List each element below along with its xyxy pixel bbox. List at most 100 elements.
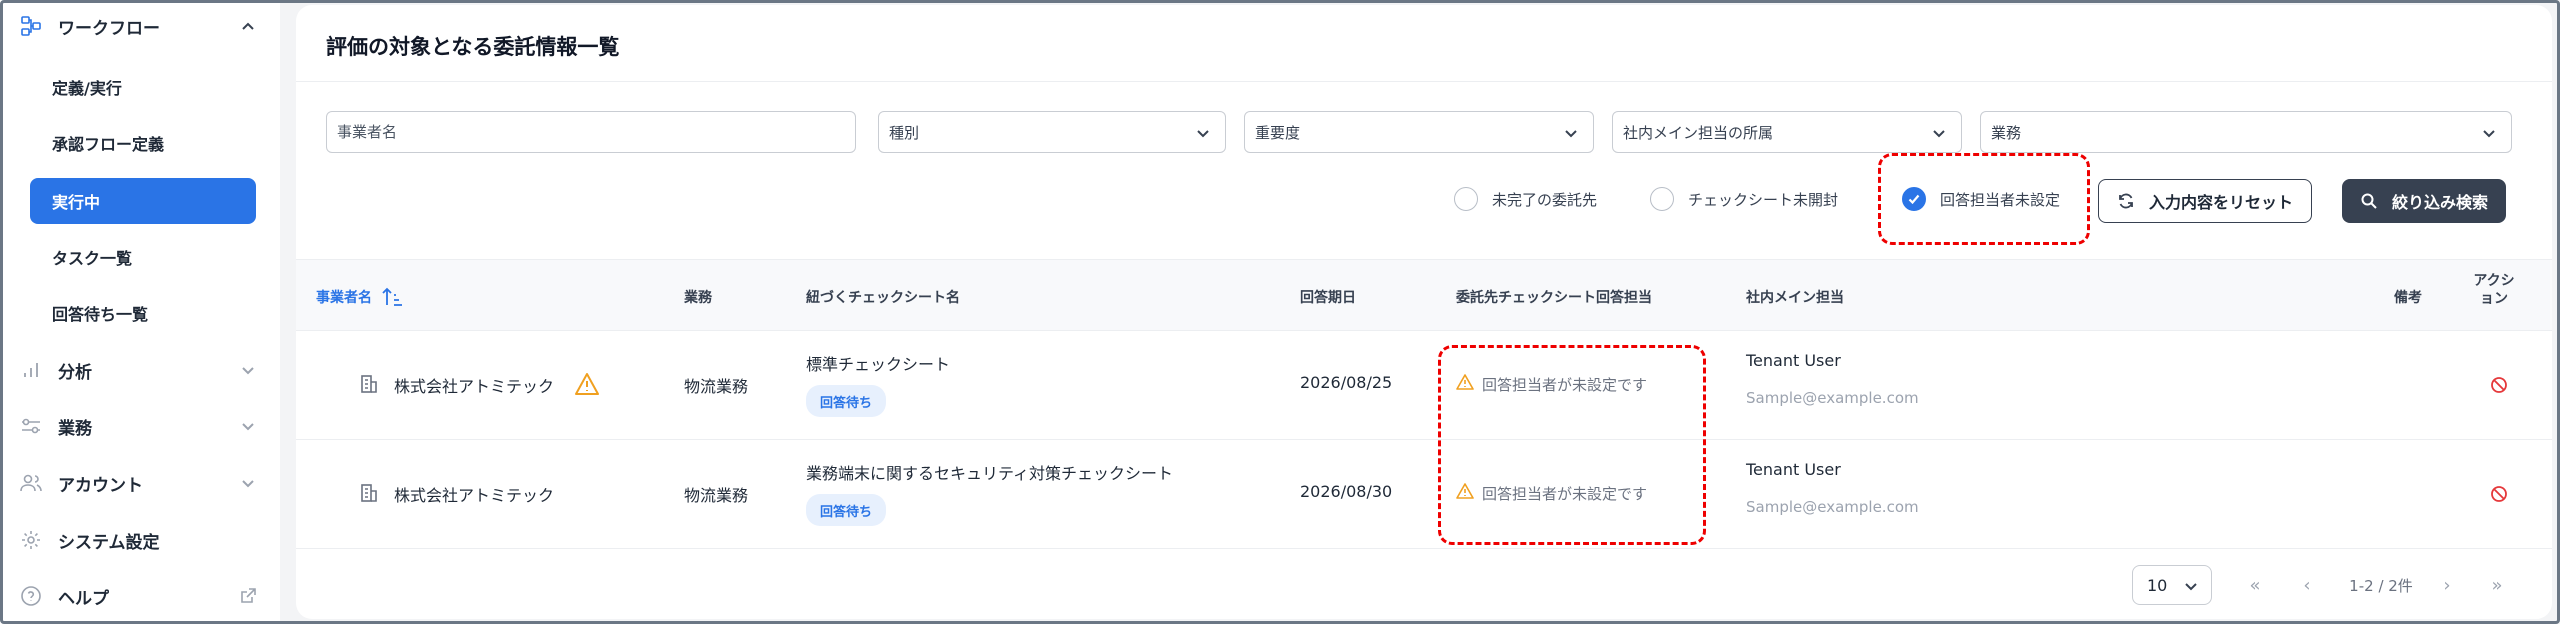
filter-incomplete-label: 未完了の委託先 bbox=[1492, 190, 1598, 209]
sheet-name[interactable]: 標準チェックシート bbox=[806, 351, 950, 375]
nav-help[interactable]: ヘルプ bbox=[18, 576, 264, 616]
col-due: 回答期日 bbox=[1300, 290, 1356, 306]
sidebar-item-approval-flow[interactable]: 承認フロー定義 bbox=[30, 120, 256, 166]
building-icon bbox=[361, 484, 377, 502]
owner-email: Sample@example.com bbox=[1746, 498, 1919, 516]
chevron-down-icon bbox=[1933, 130, 1945, 138]
filter-no-responder[interactable]: 回答担当者未設定 bbox=[1902, 181, 2060, 217]
prohibit-icon[interactable] bbox=[2490, 485, 2508, 503]
importance-select-label: 重要度 bbox=[1255, 123, 1301, 142]
reset-button-label: 入力内容をリセット bbox=[2149, 193, 2294, 212]
first-page-icon[interactable]: « bbox=[2244, 575, 2266, 597]
sidebar-item-tasks[interactable]: タスク一覧 bbox=[30, 234, 256, 280]
filter-no-responder-label: 回答担当者未設定 bbox=[1940, 190, 2061, 209]
title-divider bbox=[296, 81, 2552, 82]
last-page-icon[interactable]: » bbox=[2486, 575, 2508, 597]
prohibit-icon[interactable] bbox=[2490, 376, 2508, 394]
warning-icon bbox=[575, 373, 599, 395]
col-action: アクション bbox=[2473, 273, 2515, 307]
nav-analysis[interactable]: 分析 bbox=[18, 350, 264, 390]
col-note: 備考 bbox=[2394, 290, 2422, 306]
sidebar-item-label: 実行中 bbox=[52, 193, 101, 212]
dept-select[interactable]: 社内メイン担当の所属 bbox=[1612, 111, 1962, 153]
nav-system-settings-label: システム設定 bbox=[58, 532, 160, 553]
chevron-down-icon bbox=[242, 423, 254, 431]
owner-email: Sample@example.com bbox=[1746, 389, 1919, 407]
warning-icon bbox=[1456, 483, 1474, 499]
due-date: 2026/08/30 bbox=[1300, 482, 1393, 501]
filter-unopened-label: チェックシート未開封 bbox=[1688, 190, 1839, 209]
sort-asc-icon[interactable] bbox=[382, 287, 404, 307]
nav-workflow[interactable]: ワークフロー bbox=[18, 6, 264, 46]
col-business[interactable]: 事業者名 bbox=[316, 287, 404, 307]
search-button[interactable]: 絞り込み検索 bbox=[2342, 179, 2507, 223]
table-row: 株式会社アトミテック 物流業務 標準チェックシート 回答待ち 2026/08/2… bbox=[296, 331, 2552, 440]
radio-unchecked[interactable] bbox=[1650, 187, 1674, 211]
sidebar-item-label: 回答待ち一覧 bbox=[52, 305, 149, 324]
nav-workflow-label: ワークフロー bbox=[58, 18, 160, 39]
per-page-select[interactable]: 10 bbox=[2132, 565, 2212, 605]
status-badge: 回答待ち bbox=[806, 494, 887, 526]
filter-incomplete[interactable]: 未完了の委託先 bbox=[1454, 181, 1597, 217]
sidebar-item-label: 承認フロー定義 bbox=[52, 135, 165, 154]
table-row: 株式会社アトミテック 物流業務 業務端末に関するセキュリティ対策チェックシート … bbox=[296, 440, 2552, 549]
company-name[interactable]: 株式会社アトミテック bbox=[394, 482, 554, 506]
sidebar-item-awaiting[interactable]: 回答待ち一覧 bbox=[30, 290, 256, 336]
refresh-icon bbox=[2119, 193, 2133, 209]
workflow-icon bbox=[18, 13, 44, 39]
col-business-label: 事業者名 bbox=[316, 290, 372, 306]
work-select[interactable]: 業務 bbox=[1980, 111, 2512, 153]
sidebar-item-running[interactable]: 実行中 bbox=[30, 178, 256, 224]
next-page-icon[interactable]: › bbox=[2436, 575, 2458, 597]
col-responder: 委託先チェックシート回答担当 bbox=[1456, 290, 1652, 306]
sidebar: ワークフロー 定義/実行 承認フロー定義 実行中 タスク一覧 回答待ち一覧 分析… bbox=[0, 0, 280, 624]
sliders-icon bbox=[18, 413, 44, 439]
external-link-icon bbox=[241, 588, 256, 603]
sidebar-item-label: タスク一覧 bbox=[52, 249, 133, 268]
chevron-down-icon bbox=[1565, 130, 1577, 138]
chevron-down-icon bbox=[2185, 583, 2197, 591]
business-name-input-wrapper bbox=[326, 111, 856, 153]
main-card: 評価の対象となる委託情報一覧 種別 重要度 社内メイン担当の所属 業務 未完了の… bbox=[296, 5, 2552, 619]
work-select-label: 業務 bbox=[1991, 123, 2022, 142]
chevron-up-icon bbox=[242, 22, 254, 30]
check-icon[interactable] bbox=[1902, 187, 1926, 211]
table-header: 事業者名 業務 紐づくチェックシート名 回答期日 委託先チェックシート回答担当 … bbox=[296, 259, 2552, 331]
chevron-down-icon bbox=[1197, 130, 1209, 138]
help-circle-icon bbox=[18, 583, 44, 609]
type-select-label: 種別 bbox=[889, 123, 920, 142]
business-name-input[interactable] bbox=[337, 123, 855, 141]
work-cell: 物流業務 bbox=[684, 377, 749, 396]
col-sheet: 紐づくチェックシート名 bbox=[806, 290, 960, 306]
sidebar-item-definition[interactable]: 定義/実行 bbox=[30, 64, 256, 110]
sidebar-item-label: 定義/実行 bbox=[52, 79, 122, 98]
col-owner: 社内メイン担当 bbox=[1746, 290, 1844, 306]
nav-system-settings[interactable]: システム設定 bbox=[18, 520, 264, 560]
owner-name: Tenant User bbox=[1746, 351, 1841, 370]
users-icon bbox=[18, 470, 44, 496]
type-select[interactable]: 種別 bbox=[878, 111, 1226, 153]
responder-status: 回答担当者が未設定です bbox=[1482, 376, 1648, 394]
search-button-label: 絞り込み検索 bbox=[2392, 193, 2489, 212]
nav-business[interactable]: 業務 bbox=[18, 406, 264, 446]
building-icon bbox=[361, 375, 377, 393]
page-range: 1-2 / 2件 bbox=[2349, 577, 2413, 595]
page-title: 評価の対象となる委託情報一覧 bbox=[326, 35, 620, 59]
chevron-down-icon bbox=[2483, 130, 2495, 138]
nav-help-label: ヘルプ bbox=[58, 588, 109, 609]
warning-icon bbox=[1456, 374, 1474, 390]
sheet-name[interactable]: 業務端末に関するセキュリティ対策チェックシート bbox=[806, 460, 1173, 484]
per-page-value: 10 bbox=[2147, 575, 2168, 595]
company-name[interactable]: 株式会社アトミテック bbox=[394, 373, 554, 397]
work-cell: 物流業務 bbox=[684, 486, 749, 505]
chevron-down-icon bbox=[242, 480, 254, 488]
reset-button[interactable]: 入力内容をリセット bbox=[2098, 179, 2313, 223]
search-icon bbox=[2361, 193, 2377, 209]
importance-select[interactable]: 重要度 bbox=[1244, 111, 1594, 153]
prev-page-icon[interactable]: ‹ bbox=[2296, 575, 2318, 597]
radio-unchecked[interactable] bbox=[1454, 187, 1478, 211]
nav-account[interactable]: アカウント bbox=[18, 463, 264, 503]
filter-unopened[interactable]: チェックシート未開封 bbox=[1650, 181, 1838, 217]
dept-select-label: 社内メイン担当の所属 bbox=[1623, 123, 1774, 142]
bar-chart-icon bbox=[18, 357, 44, 383]
